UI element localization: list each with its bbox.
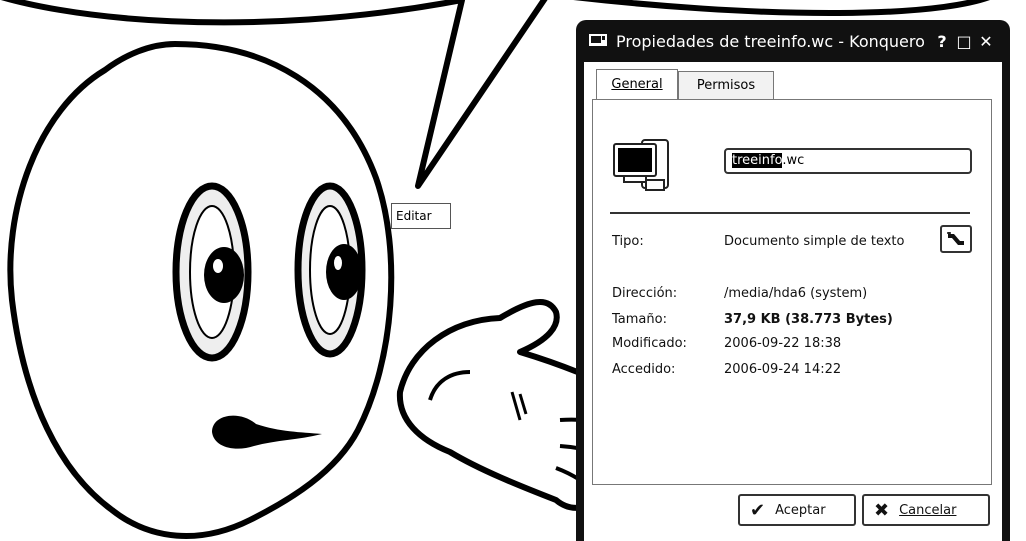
tab-permisos[interactable]: Permisos	[678, 71, 774, 99]
edit-tooltip: Editar	[391, 203, 451, 229]
modified-label: Modificado:	[612, 336, 687, 351]
x-icon: ✖	[874, 499, 890, 521]
tab-general[interactable]: General	[596, 69, 678, 99]
wand-icon	[947, 232, 964, 245]
properties-window: Propiedades de treeinfo.wc - Konquero ? …	[576, 20, 1010, 541]
dialog-client: General Permisos treeinfo.wc Tipo: Docum…	[584, 62, 1002, 541]
cartoon-left-pupil	[204, 247, 244, 303]
size-value: 37,9 KB (38.773 Bytes)	[724, 312, 893, 327]
tab-general-label: General	[611, 77, 663, 92]
app-icon	[589, 34, 607, 46]
edit-type-button[interactable]	[940, 225, 972, 253]
help-button[interactable]: ?	[931, 30, 953, 52]
separator	[610, 212, 970, 214]
filename-suffix: .wc	[782, 153, 805, 168]
accessed-label: Accedido:	[612, 362, 676, 377]
type-value: Documento simple de texto	[724, 234, 905, 249]
location-value: /media/hda6 (system)	[724, 286, 868, 301]
cancel-label: Cancelar	[899, 502, 957, 518]
cancel-button[interactable]: ✖ Cancelar	[862, 494, 990, 526]
size-label: Tamaño:	[612, 312, 667, 327]
maximize-button[interactable]: □	[953, 30, 975, 52]
window-titlebar[interactable]: Propiedades de treeinfo.wc - Konquero ? …	[576, 20, 1010, 62]
cartoon-right-pupil	[326, 244, 362, 300]
filename-field[interactable]: treeinfo.wc	[724, 148, 972, 174]
type-label: Tipo:	[612, 234, 644, 249]
close-button[interactable]: ✕	[975, 30, 997, 52]
location-label: Dirección:	[612, 286, 678, 301]
window-title: Propiedades de treeinfo.wc - Konquero	[616, 31, 925, 51]
text-document-icon	[613, 139, 669, 191]
accept-button[interactable]: ✔ Aceptar	[738, 494, 856, 526]
accessed-value: 2006-09-24 14:22	[724, 362, 842, 377]
filename-selection: treeinfo	[732, 153, 783, 168]
checkmark-icon: ✔	[750, 499, 766, 521]
tab-permisos-label: Permisos	[696, 78, 756, 93]
modified-value: 2006-09-22 18:38	[724, 336, 842, 351]
accept-label: Aceptar	[775, 502, 826, 518]
